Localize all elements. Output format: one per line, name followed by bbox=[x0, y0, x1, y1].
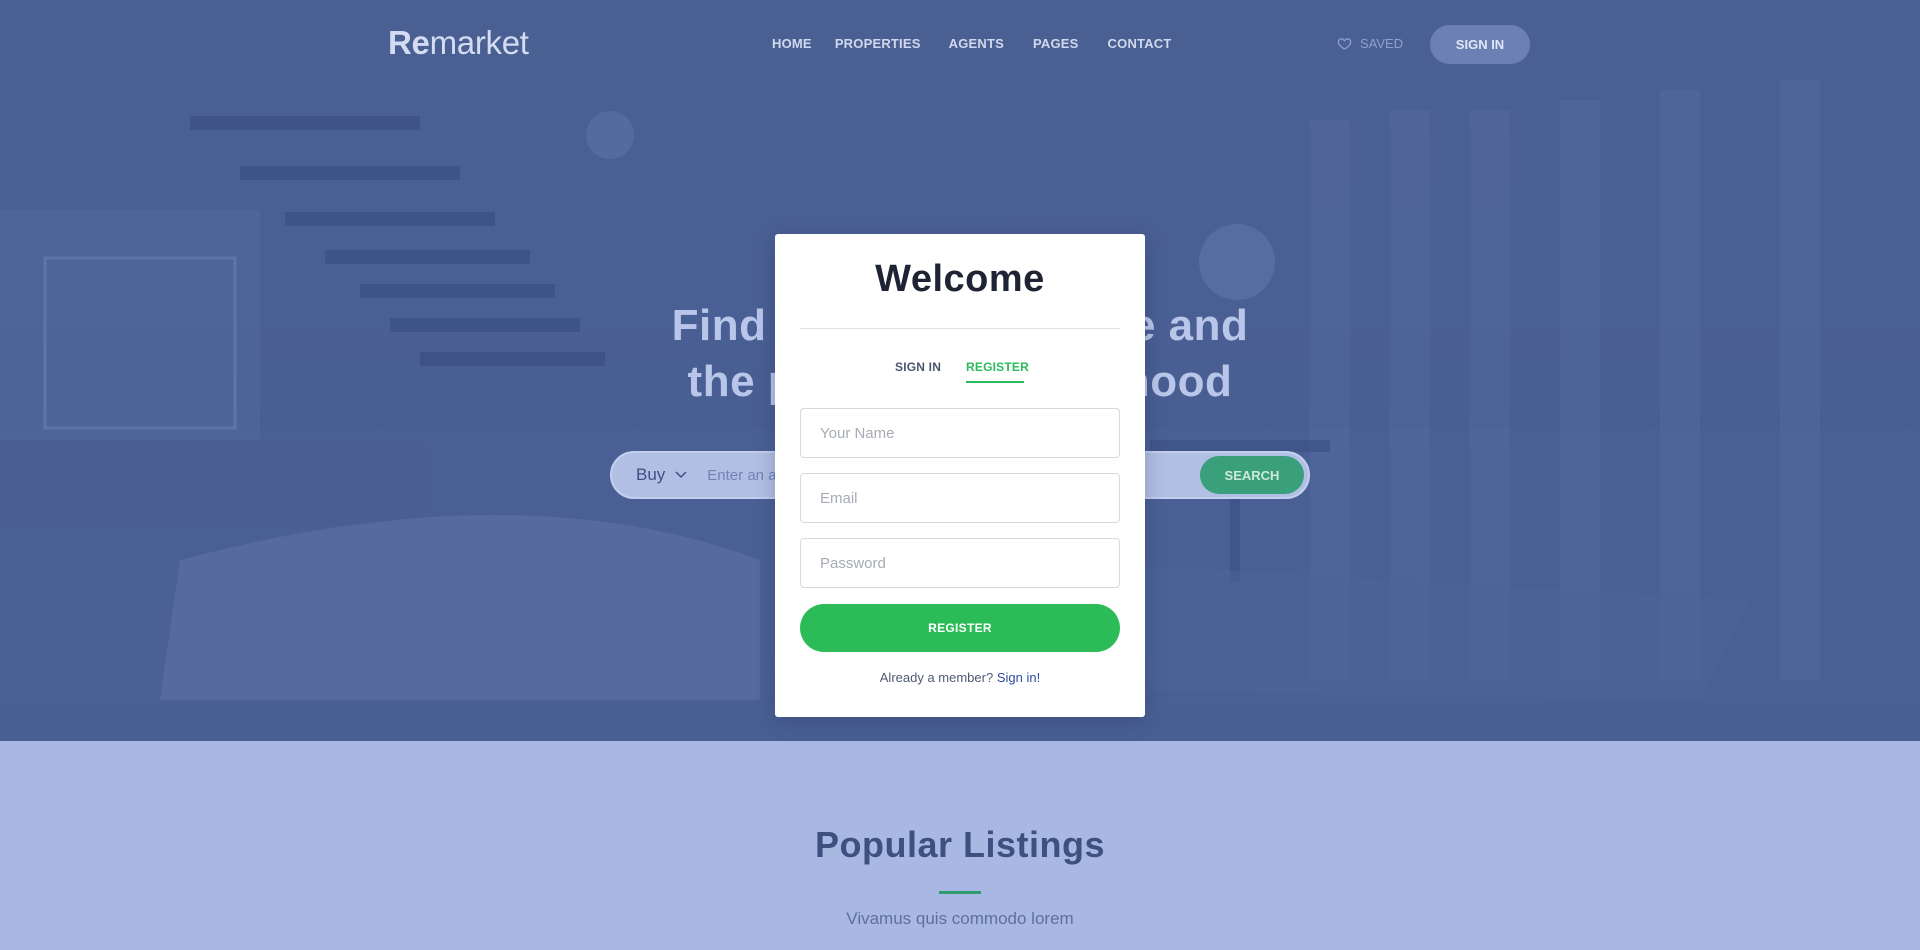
password-field-wrapper bbox=[800, 538, 1120, 588]
listing-type-dropdown[interactable]: Buy bbox=[636, 465, 687, 485]
member-prompt-text: Already a member? bbox=[879, 670, 994, 685]
nav-agents[interactable]: AGENTS bbox=[949, 36, 1004, 51]
name-field-wrapper bbox=[800, 408, 1120, 458]
search-button[interactable]: SEARCH bbox=[1200, 456, 1304, 494]
modal-divider bbox=[800, 328, 1120, 329]
heart-icon bbox=[1337, 38, 1352, 50]
listing-type-value: Buy bbox=[636, 465, 666, 484]
tab-register[interactable]: REGISTER bbox=[966, 360, 1029, 374]
saved-label: SAVED bbox=[1360, 36, 1404, 51]
active-tab-indicator bbox=[966, 381, 1024, 383]
saved-link[interactable]: SAVED bbox=[1337, 36, 1403, 51]
auth-modal: Welcome SIGN IN REGISTER REGISTER Alread… bbox=[775, 234, 1145, 717]
register-button[interactable]: REGISTER bbox=[800, 604, 1120, 652]
password-field[interactable] bbox=[820, 539, 1119, 587]
member-prompt: Already a member? Sign in! bbox=[775, 670, 1145, 685]
email-field[interactable] bbox=[820, 474, 1119, 522]
brand-logo[interactable]: Remarket bbox=[388, 24, 529, 62]
brand-logo-rest: market bbox=[429, 24, 529, 61]
modal-title: Welcome bbox=[875, 258, 1045, 300]
brand-logo-bold: Re bbox=[388, 24, 430, 61]
email-field-wrapper bbox=[800, 473, 1120, 523]
popular-listings-subtitle: Vivamus quis commodo lorem bbox=[846, 909, 1074, 928]
section-title-divider bbox=[939, 891, 981, 894]
nav-pages[interactable]: PAGES bbox=[1033, 36, 1079, 51]
chevron-down-icon bbox=[675, 471, 687, 479]
name-field[interactable] bbox=[820, 409, 1119, 457]
nav-home[interactable]: HOME bbox=[772, 36, 812, 51]
tab-sign-in[interactable]: SIGN IN bbox=[895, 360, 941, 374]
sign-in-link[interactable]: Sign in! bbox=[997, 670, 1040, 685]
nav-properties[interactable]: PROPERTIES bbox=[835, 36, 921, 51]
main-nav: HOME PROPERTIES AGENTS PAGES CONTACT bbox=[772, 36, 1172, 51]
header-sign-in-button[interactable]: SIGN IN bbox=[1430, 25, 1530, 64]
popular-listings-title: Popular Listings bbox=[814, 824, 1106, 865]
nav-contact[interactable]: CONTACT bbox=[1108, 36, 1172, 51]
